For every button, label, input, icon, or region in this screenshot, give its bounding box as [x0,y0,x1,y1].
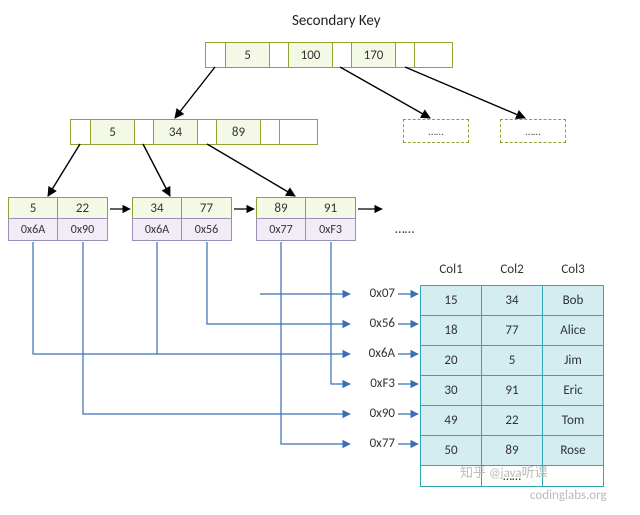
connector-arrows [0,0,640,515]
